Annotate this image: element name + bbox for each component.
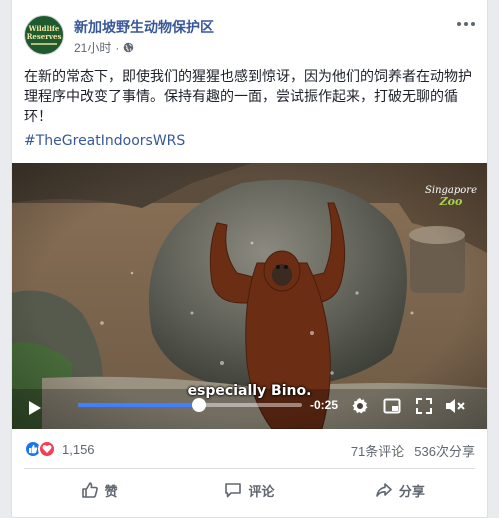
share-button[interactable]: 分享 — [325, 473, 475, 507]
actions-divider — [24, 468, 475, 469]
volume-muted-icon — [446, 399, 465, 413]
like-button[interactable]: 赞 — [24, 473, 174, 507]
mute-button[interactable] — [444, 397, 468, 415]
dot-icon — [457, 22, 461, 26]
picture-in-picture-icon — [383, 398, 401, 414]
post-timestamp[interactable]: 21小时 — [74, 39, 111, 56]
settings-button[interactable] — [350, 397, 370, 415]
engagement-counts: 71条评论 536次分享 — [351, 441, 475, 460]
seek-bar-handle[interactable] — [191, 398, 206, 412]
dot-icon — [471, 22, 475, 26]
fullscreen-button[interactable] — [414, 397, 434, 415]
post-header: Wildlife Reserves 新加坡野生动物保护区 21小时 · — [24, 13, 475, 57]
hashtag-link[interactable]: #TheGreatIndoorsWRS — [24, 133, 185, 149]
gear-icon — [352, 398, 368, 414]
video-player[interactable]: Singapore Zoo especially Bino. -0:25 — [12, 163, 487, 429]
post-body-text: 在新的常态下，即使我们的猩猩也感到惊讶，因为他们的饲养者在动物护理程序中改变了事… — [24, 69, 472, 125]
comment-button-label: 评论 — [248, 484, 275, 500]
page-avatar[interactable]: Wildlife Reserves — [24, 15, 64, 55]
comment-count-link[interactable]: 71条评论 — [351, 441, 404, 460]
more-options-button[interactable] — [457, 19, 475, 29]
dot-icon — [464, 22, 468, 26]
play-button[interactable] — [26, 399, 44, 417]
page-name-link[interactable]: 新加坡野生动物保护区 — [74, 17, 214, 37]
pip-button[interactable] — [382, 397, 402, 415]
thumbs-up-icon — [81, 482, 98, 498]
seek-bar[interactable] — [78, 398, 302, 412]
time-remaining: -0:25 — [310, 398, 339, 412]
share-button-label: 分享 — [398, 484, 425, 500]
share-count-link[interactable]: 536次分享 — [414, 441, 475, 460]
fullscreen-icon — [416, 398, 432, 414]
love-reaction-icon — [38, 440, 56, 458]
avatar-logo-rule — [31, 43, 57, 45]
zoo-watermark: Singapore Zoo — [425, 185, 477, 207]
globe-icon[interactable] — [123, 42, 134, 53]
comment-bubble-icon — [225, 483, 242, 498]
post-card: Wildlife Reserves 新加坡野生动物保护区 21小时 · 在新的常… — [11, 0, 488, 518]
reaction-count: 1,156 — [62, 441, 95, 457]
watermark-line-2: Zoo — [439, 195, 463, 208]
like-button-label: 赞 — [104, 484, 118, 500]
post-stats: 1,156 71条评论 536次分享 — [24, 440, 475, 462]
comment-button[interactable]: 评论 — [174, 473, 324, 507]
seek-bar-progress — [78, 403, 199, 407]
post-actions: 赞 评论 分享 — [24, 473, 475, 507]
play-icon — [29, 401, 41, 415]
avatar-logo-text-2: Reserves — [26, 32, 62, 41]
reactions-summary[interactable]: 1,156 — [24, 440, 95, 458]
post-meta: 21小时 · — [74, 39, 134, 56]
share-arrow-icon — [376, 483, 392, 497]
meta-separator: · — [115, 40, 120, 55]
